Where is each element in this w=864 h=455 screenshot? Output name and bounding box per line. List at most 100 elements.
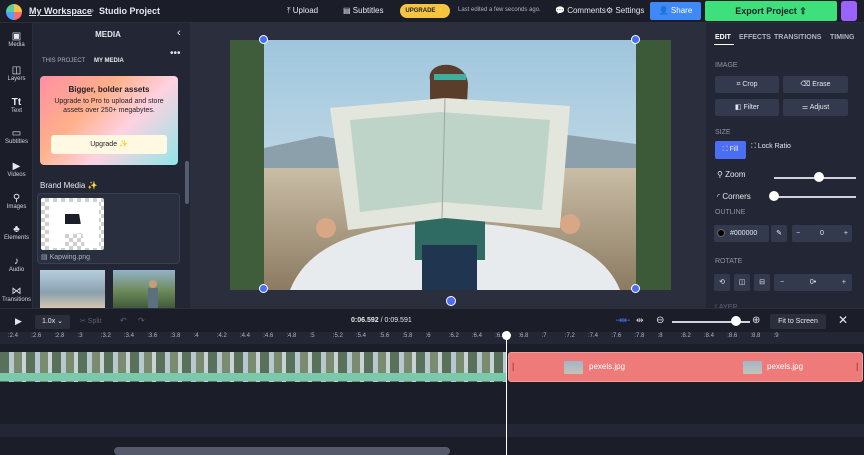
fill-icon: ⛶ bbox=[722, 146, 728, 153]
collapse-panel-icon[interactable]: ‹ bbox=[177, 27, 181, 39]
adjust-label: Adjust bbox=[809, 104, 830, 111]
settings-button[interactable]: ⚙ Settings bbox=[606, 6, 644, 15]
file-icon: ▤ bbox=[41, 254, 48, 261]
zoom-out-icon[interactable]: ⊖ bbox=[656, 315, 664, 326]
rail-label: Elements bbox=[3, 235, 29, 241]
plus-icon[interactable]: + bbox=[842, 274, 846, 291]
resize-handle-bottom-left[interactable] bbox=[259, 284, 268, 293]
crop-icon: ⌗ bbox=[736, 81, 741, 88]
resize-handle-bottom-right[interactable] bbox=[631, 284, 640, 293]
ruler-tick-label: :2.4 bbox=[8, 333, 19, 339]
image-clip[interactable]: | pexels.jpg pexels.jpg | bbox=[508, 352, 863, 382]
eyedropper-icon[interactable]: ✎ bbox=[771, 225, 787, 242]
resize-handle-top-left[interactable] bbox=[259, 35, 268, 44]
rail-item-videos[interactable]: ▶ Videos bbox=[0, 161, 33, 178]
outline-width-value: 0 bbox=[820, 230, 824, 237]
corners-slider-track[interactable] bbox=[774, 196, 856, 198]
rail-item-text[interactable]: Tt Text bbox=[0, 97, 33, 114]
minus-icon[interactable]: − bbox=[796, 225, 800, 242]
workspace-link[interactable]: My Workspace bbox=[29, 6, 92, 16]
trim-handle-right[interactable]: | bbox=[856, 361, 858, 371]
split-view-icon[interactable]: ⇹ bbox=[636, 315, 644, 326]
ruler-tick-label: :6.8 bbox=[518, 333, 529, 339]
text-icon: Tt bbox=[11, 97, 22, 108]
media-thumbnail[interactable] bbox=[113, 270, 175, 308]
media-thumbnail[interactable] bbox=[40, 270, 105, 308]
kapwing-logo-icon[interactable] bbox=[6, 4, 22, 20]
zoom-in-icon[interactable]: ⊕ bbox=[752, 315, 760, 326]
rotate-stepper[interactable]: − 0• + bbox=[774, 274, 852, 291]
outline-stepper[interactable]: − 0 + bbox=[792, 225, 852, 242]
resize-handle-top-right[interactable] bbox=[631, 35, 640, 44]
rotate-handle-icon[interactable] bbox=[446, 296, 456, 306]
upload-button[interactable]: ⤒ Upload bbox=[287, 6, 318, 16]
image-layer[interactable] bbox=[230, 40, 671, 290]
snap-icon[interactable]: ⇥⇤ bbox=[614, 315, 632, 327]
rail-label: Transitions bbox=[1, 297, 32, 303]
media-scrollbar[interactable] bbox=[185, 161, 189, 204]
split-button[interactable]: ✂ Split bbox=[80, 317, 101, 325]
timeline-zoom-knob[interactable] bbox=[730, 316, 741, 326]
tab-effects[interactable]: EFFECTS bbox=[739, 34, 771, 41]
rotate-ccw-icon[interactable]: ⟲ bbox=[714, 274, 730, 291]
promo-upgrade-button[interactable]: Upgrade ✨ bbox=[51, 135, 167, 154]
fill-button[interactable]: ⛶ Fill bbox=[715, 141, 746, 159]
project-title[interactable]: Studio Project bbox=[99, 6, 160, 16]
tab-my-media[interactable]: MY MEDIA bbox=[94, 58, 124, 64]
share-button[interactable]: 👤 Share bbox=[650, 2, 701, 20]
undo-icon[interactable]: ↶ bbox=[120, 316, 127, 325]
rail-item-audio[interactable]: ♪ Audio bbox=[0, 256, 33, 273]
filter-button[interactable]: ◧ Filter bbox=[715, 99, 779, 116]
corners-icon: ◜ bbox=[717, 192, 721, 201]
minus-icon[interactable]: − bbox=[780, 274, 784, 291]
timeline-scrollbar[interactable] bbox=[114, 447, 450, 455]
playhead-handle[interactable] bbox=[502, 331, 511, 340]
subtitles-button[interactable]: ▤ Subtitles bbox=[343, 6, 383, 15]
fit-to-screen-button[interactable]: Fit to Screen bbox=[770, 314, 826, 329]
rail-item-subtitles[interactable]: ▭ Subtitles bbox=[0, 128, 33, 145]
zoom-slider-knob[interactable] bbox=[814, 172, 825, 182]
plus-icon[interactable]: + bbox=[844, 225, 848, 242]
tab-this-project[interactable]: THIS PROJECT bbox=[42, 58, 85, 64]
corners-slider-knob[interactable] bbox=[769, 191, 779, 201]
crop-button[interactable]: ⌗ Crop bbox=[715, 76, 779, 93]
flip-horizontal-icon[interactable]: ◫ bbox=[734, 274, 750, 291]
flip-vertical-icon[interactable]: ⊟ bbox=[754, 274, 770, 291]
rail-item-transitions[interactable]: ⋈ Transitions bbox=[0, 286, 33, 303]
time-ruler[interactable]: :2.4:2.6:2.8:3:3.2:3.4:3.6:3.8:4:4.2:4.4… bbox=[0, 332, 864, 344]
upgrade-button[interactable]: UPGRADE ⚡ bbox=[400, 4, 450, 18]
kapwing-logo-thumbnail[interactable] bbox=[41, 198, 104, 250]
ruler-tick-label: :4.8 bbox=[286, 333, 297, 339]
erase-button[interactable]: ⌫ Erase bbox=[783, 76, 848, 93]
rail-item-layers[interactable]: ◫ Layers bbox=[0, 65, 33, 82]
timeline-scroll-track[interactable] bbox=[0, 424, 864, 437]
rail-label: Text bbox=[10, 108, 22, 114]
adjust-button[interactable]: ⚌ Adjust bbox=[783, 99, 848, 116]
ruler-tick-label: :8.8 bbox=[750, 333, 761, 339]
redo-icon[interactable]: ↷ bbox=[138, 316, 145, 325]
comments-button[interactable]: 💬 Comments bbox=[555, 6, 606, 15]
lock-ratio-toggle[interactable]: ⛶ Lock Ratio bbox=[751, 143, 791, 151]
photo-illustration bbox=[230, 40, 671, 290]
color-swatch[interactable] bbox=[717, 229, 725, 237]
close-icon[interactable]: ✕ bbox=[838, 313, 848, 327]
rail-item-media[interactable]: ▣ Media bbox=[0, 31, 33, 48]
ruler-tick-label: :6.2 bbox=[448, 333, 459, 339]
tab-timing[interactable]: TIMING bbox=[830, 34, 855, 41]
rail-item-elements[interactable]: ♣ Elements bbox=[0, 224, 33, 241]
play-icon[interactable]: ▶ bbox=[15, 316, 22, 327]
trim-handle-left[interactable]: | bbox=[512, 361, 514, 371]
rail-item-images[interactable]: ⚲ Images bbox=[0, 193, 33, 210]
crop-label: Crop bbox=[742, 81, 758, 88]
brand-media-card[interactable]: ▤ Kapwing.png bbox=[37, 193, 180, 264]
avatar[interactable] bbox=[841, 1, 857, 21]
playhead[interactable] bbox=[506, 334, 507, 455]
tab-edit[interactable]: EDIT bbox=[715, 34, 731, 41]
canvas-stage bbox=[190, 23, 706, 308]
more-options-icon[interactable]: ••• bbox=[170, 48, 181, 59]
ruler-tick-label: :9 bbox=[773, 333, 779, 339]
tab-transitions[interactable]: TRANSITIONS bbox=[774, 34, 821, 41]
ruler-tick-label: :2.6 bbox=[31, 333, 42, 339]
speed-selector[interactable]: 1.0x ⌄ bbox=[35, 315, 70, 329]
export-project-button[interactable]: Export Project ⇪ bbox=[705, 1, 837, 21]
